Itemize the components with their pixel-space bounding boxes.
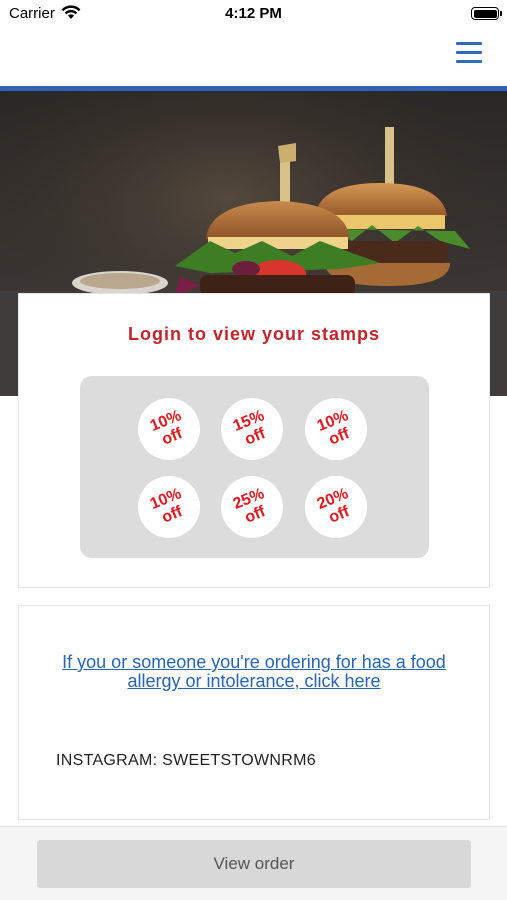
stamp-item: 25% off: [221, 476, 283, 538]
app-header: [0, 30, 507, 86]
stamps-grid: 10% off 15% off 10% off 10% off 25% off …: [80, 376, 429, 558]
allergy-info-link[interactable]: If you or someone you're ordering for ha…: [39, 653, 469, 691]
stamp-item: 10% off: [138, 476, 200, 538]
stamp-item: 15% off: [221, 398, 283, 460]
instagram-handle: INSTAGRAM: SWEETSTOWNRM6: [56, 752, 316, 769]
view-order-button[interactable]: View order: [37, 840, 471, 888]
stamps-login-title[interactable]: Login to view your stamps: [19, 324, 489, 345]
clock-time: 4:12 PM: [225, 5, 282, 22]
stamp-label: 10% off: [147, 407, 185, 449]
stamp-label: 10% off: [147, 485, 185, 527]
bottom-bar: View order: [0, 826, 507, 900]
stamp-label: 15% off: [230, 407, 268, 449]
stamp-label: 25% off: [230, 485, 268, 527]
stamp-card: Login to view your stamps 10% off 15% of…: [18, 293, 490, 588]
hamburger-menu-icon[interactable]: [456, 40, 484, 68]
stamp-item: 20% off: [305, 476, 367, 538]
battery-icon: [471, 7, 502, 20]
stamp-label: 20% off: [314, 485, 352, 527]
status-bar: Carrier 4:12 PM: [0, 0, 507, 30]
stamp-label: 10% off: [314, 407, 352, 449]
stamp-item: 10% off: [138, 398, 200, 460]
stamp-item: 10% off: [305, 398, 367, 460]
info-card: If you or someone you're ordering for ha…: [18, 605, 490, 820]
